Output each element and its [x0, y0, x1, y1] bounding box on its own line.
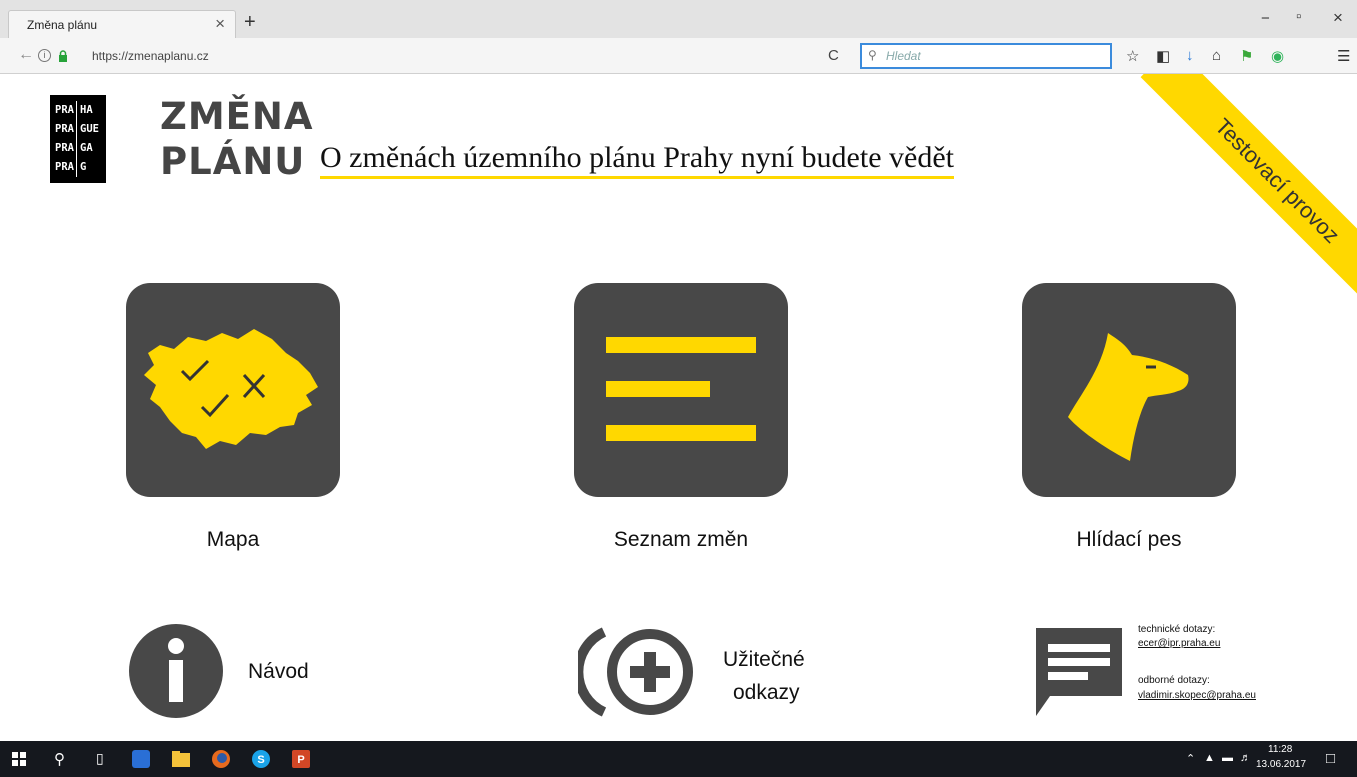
list-tile[interactable]	[574, 283, 788, 497]
add-circle-icon[interactable]	[578, 626, 702, 718]
tray-chevron-icon[interactable]: ⌃	[1186, 752, 1195, 765]
restore-button[interactable]: ▫	[1296, 8, 1301, 25]
info-icon[interactable]	[128, 620, 224, 722]
lock-icon	[59, 50, 67, 62]
search-icon: ⚲	[868, 48, 877, 62]
brand-title-line2: PLÁNU	[160, 140, 306, 183]
extension-icon[interactable]: ⚑	[1240, 47, 1253, 65]
site-info-icon[interactable]: i	[38, 49, 51, 62]
library-icon[interactable]: ◧	[1156, 47, 1170, 65]
notification-icon[interactable]: □	[1326, 750, 1335, 767]
tab-title: Změna plánu	[27, 18, 98, 32]
testing-ribbon: Testovací provoz	[1117, 74, 1357, 314]
praha-logo[interactable]: PRA HA PRA GUE PRA GA PRA G	[50, 95, 106, 183]
tab-close-button[interactable]: ×	[215, 14, 225, 34]
windows-taskbar: ⚲ ▯ S P ⌃ ▲ ▬ ♬ 11:28 13.06.2017 □	[0, 741, 1357, 777]
expert-contact-label: odborné dotazy:	[1138, 675, 1210, 686]
battery-icon[interactable]: ▬	[1222, 752, 1233, 764]
file-explorer-icon[interactable]	[170, 748, 192, 770]
logo-row: PRA HA	[50, 101, 106, 120]
powerpoint-icon[interactable]: P	[290, 748, 312, 770]
chat-icon[interactable]	[1030, 622, 1128, 720]
bookmark-star-icon[interactable]: ☆	[1126, 47, 1139, 65]
map-label[interactable]: Mapa	[113, 528, 353, 552]
list-label[interactable]: Seznam změn	[561, 528, 801, 552]
search-input[interactable]: ⚲ Hledat	[860, 43, 1112, 69]
close-window-button[interactable]: ×	[1333, 8, 1343, 28]
grammarly-icon[interactable]: ◉	[1271, 47, 1284, 65]
tagline: O změnách územního plánu Prahy nyní bude…	[320, 140, 954, 179]
ribbon-text: Testovací provoz	[1140, 74, 1357, 314]
watchdog-label[interactable]: Hlídací pes	[1009, 528, 1249, 552]
svg-text:S: S	[257, 754, 264, 766]
task-view-icon[interactable]: ▯	[96, 750, 104, 767]
logo-row: PRA GA	[50, 139, 106, 158]
tech-email-link[interactable]: ecer@ipr.praha.eu	[1138, 638, 1220, 649]
logo-row: PRA G	[50, 158, 106, 177]
edge-icon[interactable]	[130, 748, 152, 770]
browser-tab[interactable]: Změna plánu ×	[8, 10, 236, 38]
svg-text:P: P	[297, 754, 304, 766]
minimize-button[interactable]: −	[1261, 10, 1270, 27]
map-tile[interactable]	[126, 283, 340, 497]
firefox-icon[interactable]	[210, 748, 232, 770]
clock-date[interactable]: 13.06.2017	[1256, 759, 1306, 770]
prague-map-icon	[144, 329, 318, 449]
browser-tab-bar: Změna plánu × + − ▫ ×	[0, 0, 1357, 38]
logo-row: PRA GUE	[50, 120, 106, 139]
menu-icon[interactable]: ☰	[1337, 47, 1350, 65]
windows-start-icon[interactable]	[12, 752, 26, 766]
clock-time[interactable]: 11:28	[1268, 744, 1292, 755]
search-placeholder: Hledat	[886, 49, 921, 63]
watchdog-tile[interactable]	[1022, 283, 1236, 497]
volume-icon[interactable]: ♬	[1240, 752, 1251, 764]
search-taskbar-icon[interactable]: ⚲	[54, 750, 65, 768]
browser-nav-bar: ← i https://zmenaplanu.cz C ⚲ Hledat ☆ ◧…	[0, 38, 1357, 74]
home-icon[interactable]: ⌂	[1212, 47, 1221, 64]
tech-contact-label: technické dotazy:	[1138, 624, 1216, 635]
address-bar[interactable]: https://zmenaplanu.cz	[92, 49, 209, 63]
new-tab-button[interactable]: +	[244, 11, 256, 34]
download-icon[interactable]: ↓	[1186, 47, 1194, 64]
guide-label[interactable]: Návod	[248, 660, 309, 684]
brand-title-line1: ZMĚNA	[160, 95, 314, 138]
expert-email-link[interactable]: vladimir.skopec@praha.eu	[1138, 690, 1256, 701]
skype-icon[interactable]: S	[250, 748, 272, 770]
links-label-line1[interactable]: Užitečné	[723, 648, 805, 672]
network-icon[interactable]: ▲	[1204, 752, 1215, 764]
watchdog-icon	[1068, 333, 1189, 461]
back-arrow-icon[interactable]: ←	[18, 46, 34, 64]
reload-icon[interactable]: C	[828, 47, 839, 64]
links-label-line2[interactable]: odkazy	[733, 681, 800, 705]
list-icon	[606, 337, 756, 441]
